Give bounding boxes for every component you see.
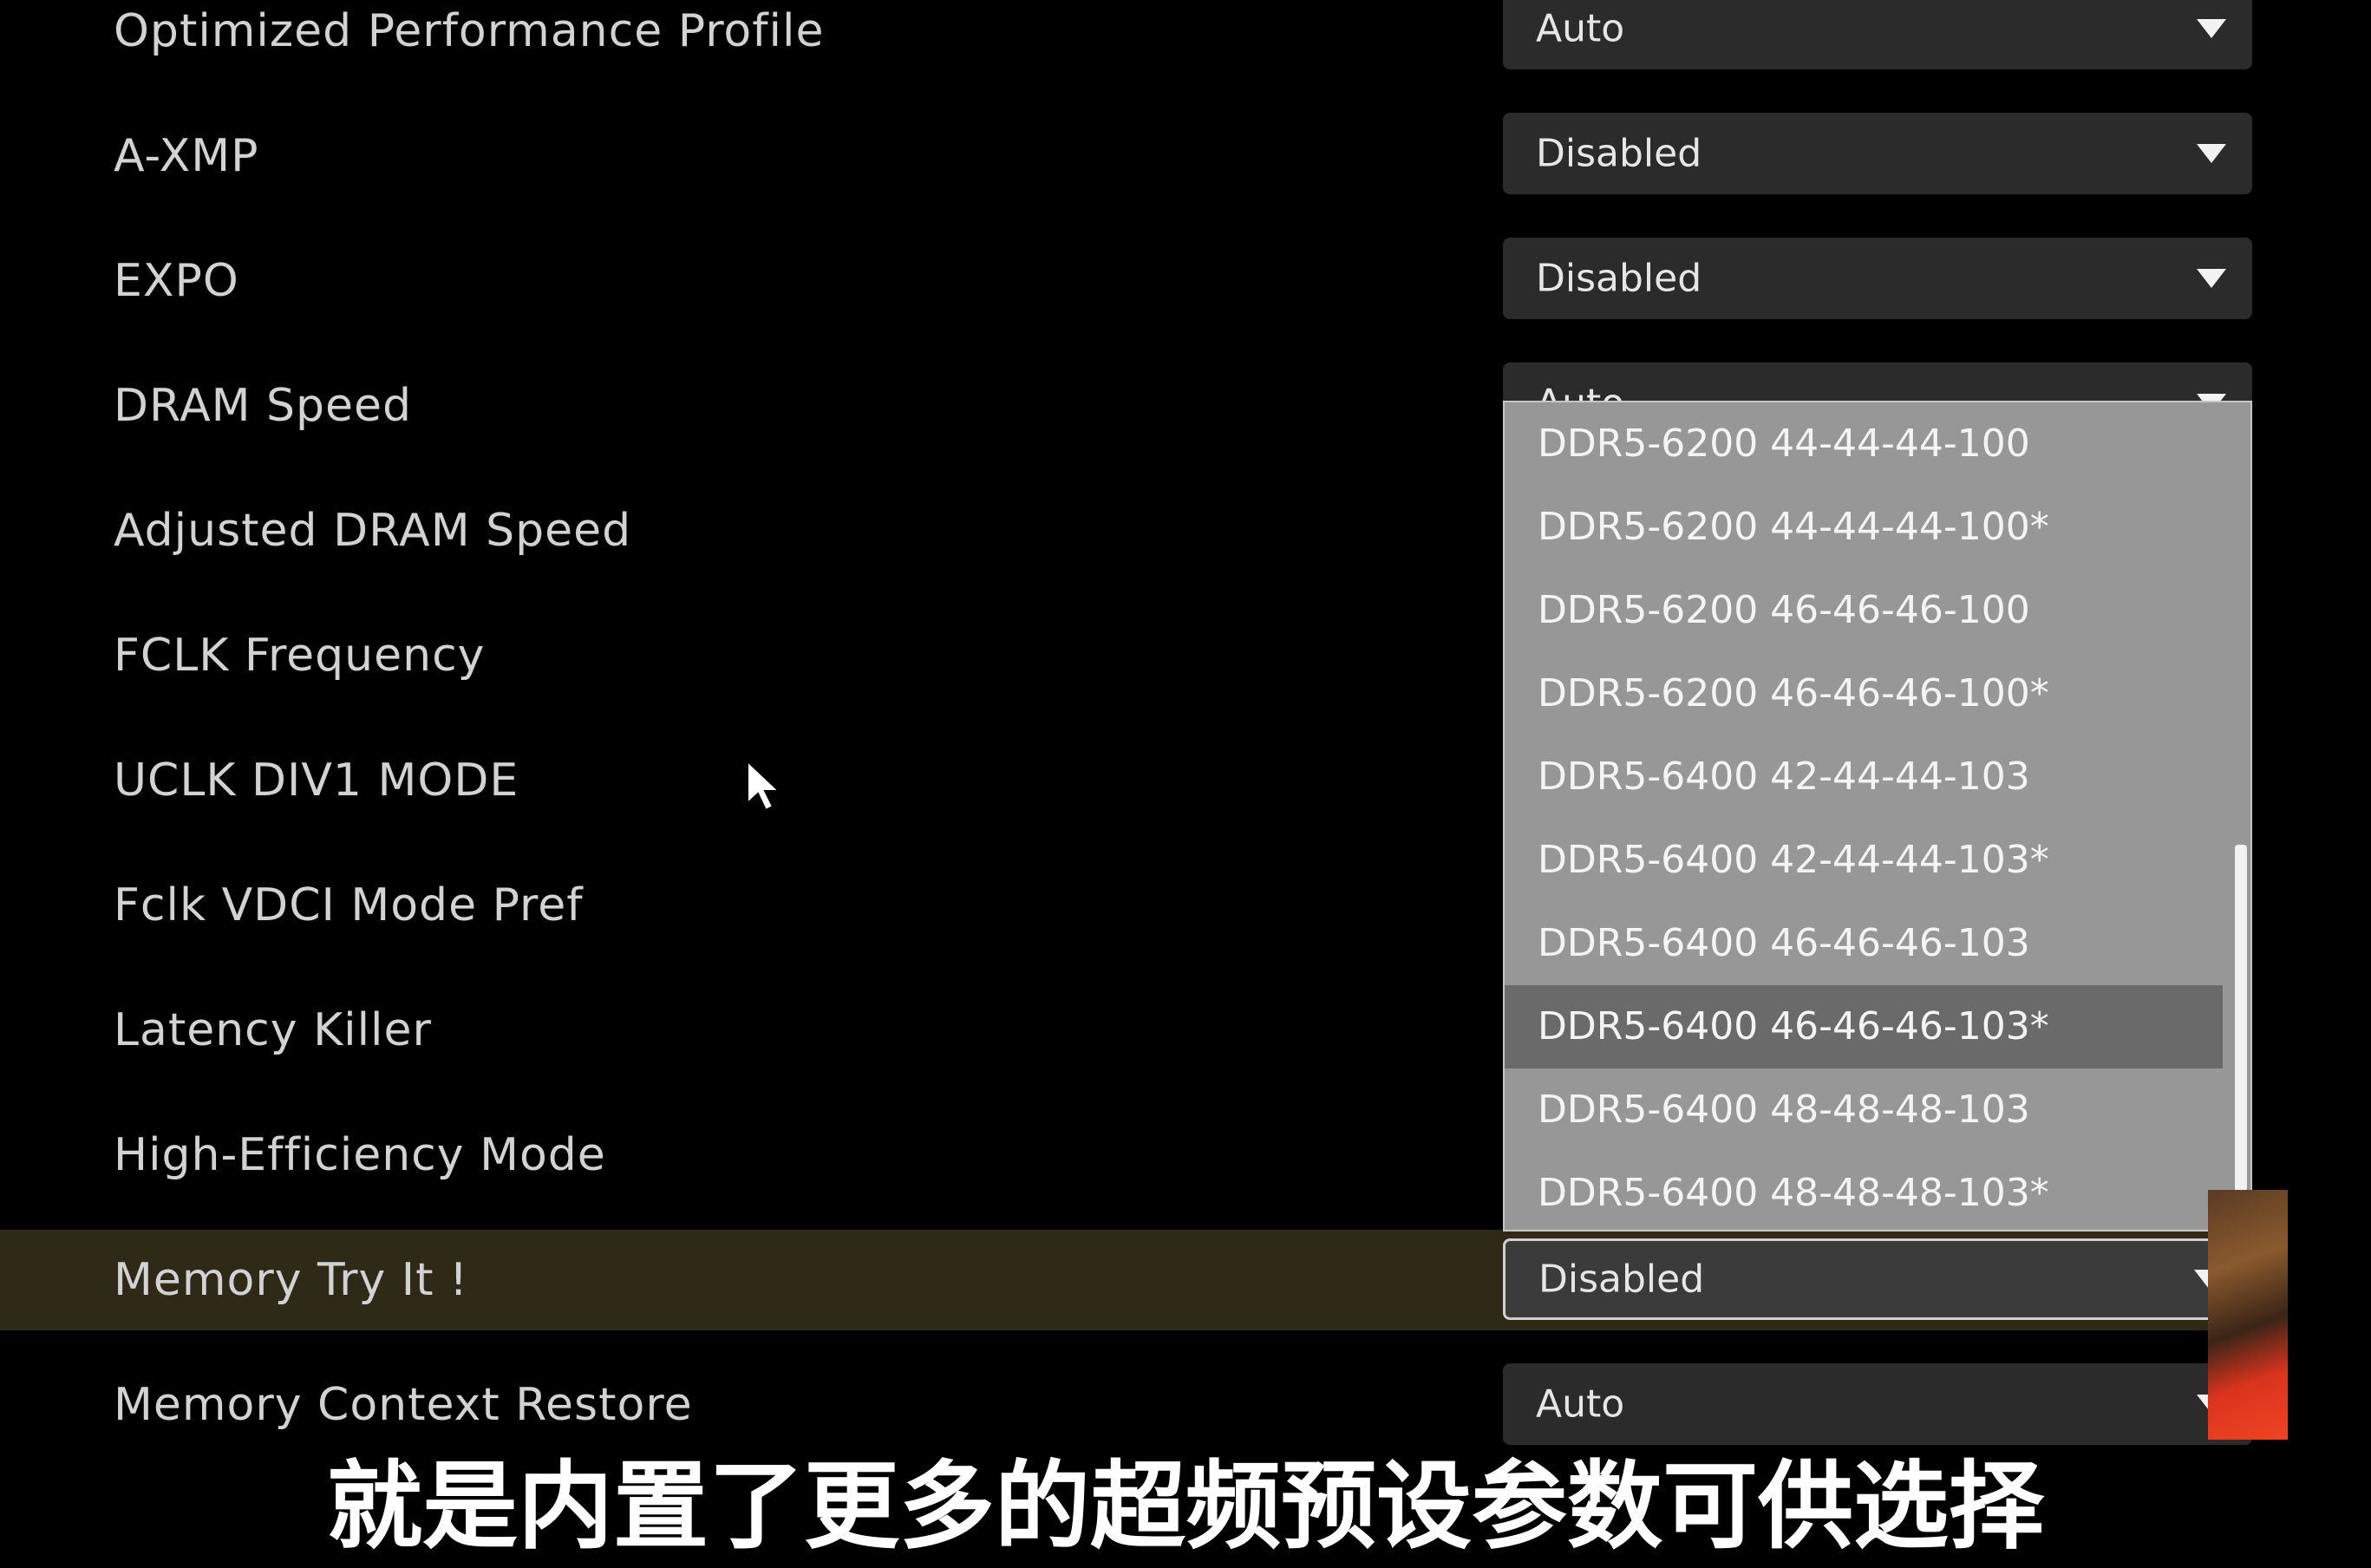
dropdown-option[interactable]: DDR5-6400 48-48-48-103 bbox=[1505, 1068, 2223, 1152]
select-optimized-performance-profile[interactable]: Auto bbox=[1503, 0, 2252, 69]
dropdown-arrow-icon bbox=[2197, 19, 2226, 38]
dropdown-option[interactable]: DDR5-6400 48-48-48-103* bbox=[1505, 1152, 2223, 1230]
dropdown-option[interactable]: DDR5-6400 42-44-44-103* bbox=[1505, 819, 2223, 902]
dropdown-option[interactable]: DDR5-6200 44-44-44-100* bbox=[1505, 486, 2223, 569]
select-expo[interactable]: Disabled bbox=[1503, 238, 2252, 319]
mouse-pointer-icon bbox=[747, 760, 781, 812]
dropdown-option[interactable]: DDR5-6200 44-44-44-100 bbox=[1505, 402, 2223, 486]
label-adjusted-dram-speed: Adjusted DRAM Speed bbox=[114, 505, 632, 557]
label-fclk-vdci-mode-pref: Fclk VDCI Mode Pref bbox=[114, 879, 584, 931]
dropdown-option[interactable]: DDR5-6400 42-44-44-103 bbox=[1505, 735, 2223, 819]
label-memory-context-restore: Memory Context Restore bbox=[114, 1379, 693, 1431]
dropdown-option-highlighted[interactable]: DDR5-6400 46-46-46-103* bbox=[1505, 985, 2223, 1068]
select-memory-try-it[interactable]: Disabled bbox=[1503, 1238, 2252, 1320]
label-memory-try-it: Memory Try It ! bbox=[114, 1254, 468, 1306]
select-a-xmp[interactable]: Disabled bbox=[1503, 113, 2252, 194]
dropdown-arrow-icon bbox=[2197, 269, 2226, 288]
label-a-xmp: A-XMP bbox=[114, 130, 259, 182]
dram-speed-dropdown-list[interactable]: DDR5-6200 44-44-44-100 DDR5-6200 44-44-4… bbox=[1503, 401, 2252, 1232]
dropdown-scrollbar-thumb[interactable] bbox=[2235, 845, 2247, 1192]
label-dram-speed: DRAM Speed bbox=[114, 380, 413, 432]
label-high-efficiency-mode: High-Efficiency Mode bbox=[114, 1129, 606, 1181]
dropdown-option[interactable]: DDR5-6200 46-46-46-100* bbox=[1505, 652, 2223, 735]
dropdown-option[interactable]: DDR5-6200 46-46-46-100 bbox=[1505, 569, 2223, 652]
webcam-overlay-image bbox=[2208, 1190, 2288, 1440]
select-value: Disabled bbox=[1536, 131, 1702, 176]
select-value: Disabled bbox=[1538, 1257, 1705, 1302]
bios-memory-settings: Optimized Performance Profile A-XMP EXPO… bbox=[0, 0, 2371, 1568]
select-memory-context-restore[interactable]: Auto bbox=[1503, 1363, 2252, 1445]
video-subtitle: 就是内置了更多的超频预设参数可供选择 bbox=[327, 1451, 2044, 1562]
label-latency-killer: Latency Killer bbox=[114, 1004, 432, 1056]
select-value: Disabled bbox=[1536, 256, 1702, 301]
label-optimized-performance-profile: Optimized Performance Profile bbox=[114, 5, 825, 57]
label-fclk-frequency: FCLK Frequency bbox=[114, 630, 486, 682]
dropdown-option[interactable]: DDR5-6400 46-46-46-103 bbox=[1505, 902, 2223, 985]
label-expo: EXPO bbox=[114, 255, 239, 307]
dropdown-arrow-icon bbox=[2197, 144, 2226, 163]
select-value: Auto bbox=[1536, 6, 1625, 51]
label-uclk-div1-mode: UCLK DIV1 MODE bbox=[114, 755, 519, 807]
select-value: Auto bbox=[1536, 1382, 1625, 1427]
